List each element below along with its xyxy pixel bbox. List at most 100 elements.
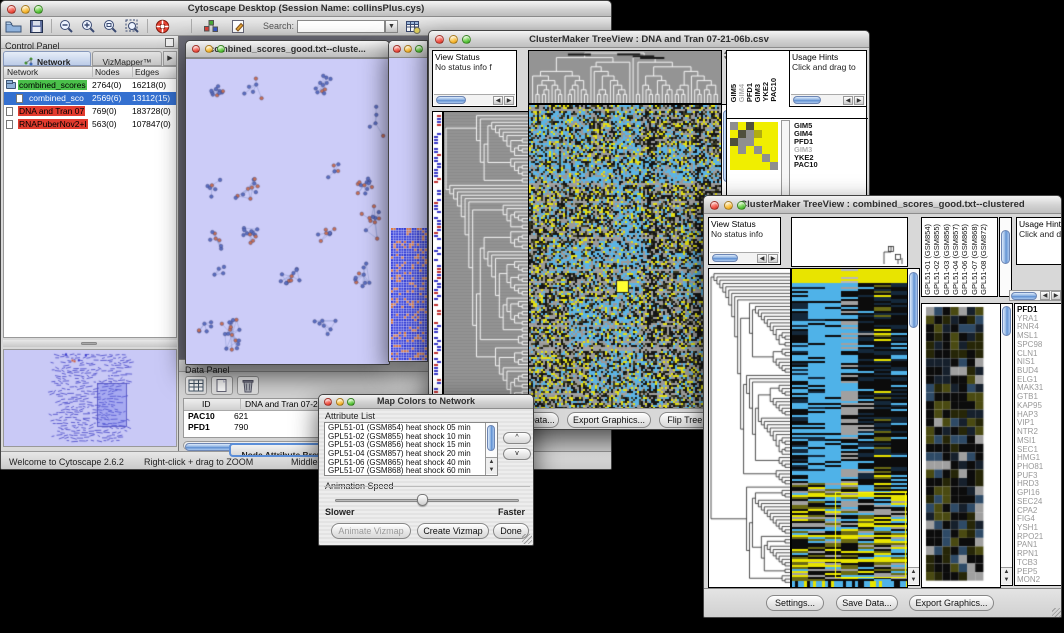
close-button[interactable] xyxy=(393,45,401,53)
minimize-button[interactable] xyxy=(404,45,412,53)
new-attribute-button[interactable] xyxy=(211,376,233,395)
dialog-resize-grip[interactable] xyxy=(522,534,532,544)
tv1-view-status-scrollbar[interactable]: ◀▶ xyxy=(434,94,515,105)
float-panel-icon[interactable] xyxy=(165,38,174,47)
move-up-button[interactable]: ^ xyxy=(503,432,531,444)
close-button[interactable] xyxy=(7,5,16,14)
vizmap-squares-icon[interactable] xyxy=(201,18,220,35)
grid-network-canvas-bg[interactable] xyxy=(389,58,428,362)
network-view-titlebar[interactable]: combined_scores_good.txt--cluste... xyxy=(186,41,389,58)
tab-network[interactable]: Network xyxy=(3,51,91,66)
tv2-export-graphics-button[interactable]: Export Graphics... xyxy=(909,595,994,611)
tv1-export-graphics-button[interactable]: Export Graphics... xyxy=(567,412,651,428)
grid-network-titlebar[interactable] xyxy=(389,41,427,58)
attribute-list[interactable]: GPL51-01 (GSM854) heat shock 05 minGPL51… xyxy=(324,422,498,476)
network-list-row[interactable]: combined_scores2764(0)16218(0) xyxy=(4,79,176,92)
col-header-network[interactable]: Network xyxy=(7,67,38,77)
minimize-button[interactable] xyxy=(724,201,733,210)
tv1-heatmap[interactable] xyxy=(528,104,722,409)
tv1-cluster-matrix[interactable] xyxy=(730,122,778,170)
tab-vizmapper[interactable]: VizMapper™ xyxy=(92,51,162,66)
network-list-row[interactable]: DNA and Tran 07769(0)183728(0) xyxy=(4,105,176,118)
tv2-detail-heatmap[interactable] xyxy=(921,303,1001,588)
tv1-matrix-cell xyxy=(762,138,770,146)
tv1-column-labels: GIM5GIM4PFD1GIM3YKE2PAC10 xyxy=(729,51,781,103)
zoom-button[interactable] xyxy=(34,5,43,14)
main-titlebar[interactable]: Cytoscape Desktop (Session Name: collins… xyxy=(1,1,611,17)
tv1-matrix-cell xyxy=(770,138,778,146)
zoom-out-icon[interactable] xyxy=(57,18,76,35)
tv1-usage-scrollbar[interactable]: ◀▶ xyxy=(791,94,865,105)
annotation-icon[interactable] xyxy=(229,18,248,35)
close-button[interactable] xyxy=(435,35,444,44)
map-colors-dialog: Map Colors to Network Attribute List GPL… xyxy=(318,394,534,546)
speed-slider-thumb[interactable] xyxy=(417,494,428,506)
tv2-gene-list[interactable]: PFD1YRA1RNR4MSL1SPC98CLN1NIS1BUD4ELG1MAK… xyxy=(1014,303,1062,586)
attribute-list-vscrollbar[interactable]: ▲▼ xyxy=(485,423,497,475)
treeview2-title: ClusterMaker TreeView : combined_scores_… xyxy=(704,196,1061,213)
tv2-column-dendrogram[interactable] xyxy=(791,217,908,267)
tv1-column-dendrogram[interactable] xyxy=(528,50,722,104)
tv1-selection-strip[interactable] xyxy=(432,111,443,409)
animate-vizmap-button[interactable]: Animate Vizmap xyxy=(331,523,411,539)
network-list-row[interactable]: RNAPuberNov2+I563(0)107847(0) xyxy=(4,118,176,131)
open-session-button[interactable] xyxy=(4,18,23,35)
tv2-view-status-scrollbar[interactable]: ◀▶ xyxy=(710,252,779,263)
close-button[interactable] xyxy=(710,201,719,210)
import-table-icon[interactable] xyxy=(403,18,422,35)
search-dropdown[interactable]: ▼ xyxy=(385,20,398,33)
save-session-button[interactable] xyxy=(27,18,46,35)
treeview2-titlebar[interactable]: ClusterMaker TreeView : combined_scores_… xyxy=(704,196,1061,214)
attribute-list-item[interactable]: GPL51-07 (GSM868) heat shock 60 min xyxy=(328,467,497,476)
tv2-detail-vscrollbar[interactable]: ▲▼ xyxy=(1000,303,1013,586)
zoom-button[interactable] xyxy=(462,35,471,44)
tv2-settings-button[interactable]: Settings... xyxy=(766,595,824,611)
zoom-button[interactable] xyxy=(737,201,746,210)
move-down-button[interactable]: v xyxy=(503,448,531,460)
col-header-edges[interactable]: Edges xyxy=(132,67,159,77)
tv1-matrix-cell xyxy=(730,162,738,170)
zoom-in-icon[interactable] xyxy=(79,18,98,35)
help-lifering-icon[interactable] xyxy=(153,18,172,35)
minimize-button[interactable] xyxy=(21,5,30,14)
tv2-column-labels-vscrollbar[interactable] xyxy=(999,217,1012,297)
zoom-button[interactable] xyxy=(217,45,225,53)
network-graph-canvas[interactable] xyxy=(186,58,389,365)
panel-divider-handle[interactable] xyxy=(3,340,177,347)
zoom-button[interactable] xyxy=(347,398,355,406)
tab-overflow-button[interactable]: ▶ xyxy=(163,51,177,66)
tv2-row-dendrogram[interactable] xyxy=(708,268,791,588)
zoom-fit-icon[interactable] xyxy=(101,18,120,35)
col-header-nodes[interactable]: Nodes xyxy=(92,67,120,77)
minimize-button[interactable] xyxy=(449,35,458,44)
network-overview-canvas[interactable] xyxy=(3,349,177,447)
gene-list-item[interactable]: MON2 xyxy=(1017,576,1061,585)
tv2-resize-grip[interactable] xyxy=(1052,608,1062,618)
tv1-matrix-cell xyxy=(770,154,778,162)
search-label: Search: xyxy=(263,21,294,31)
zoom-button[interactable] xyxy=(415,45,423,53)
tv1-matrix-cell xyxy=(770,146,778,154)
tv2-heatmap-vscrollbar[interactable]: ▲▼ xyxy=(907,268,920,586)
minimize-button[interactable] xyxy=(336,398,344,406)
network-list-row[interactable]: combined_sco2569(6)13112(15) xyxy=(4,92,176,105)
zoom-selected-icon[interactable] xyxy=(123,18,142,35)
tv2-usage-hscrollbar[interactable]: ◀▶ xyxy=(1009,290,1062,301)
tv1-matrix-cell xyxy=(738,154,746,162)
tv1-row-dendrogram[interactable] xyxy=(443,111,529,409)
treeview1-titlebar[interactable]: ClusterMaker TreeView : DNA and Tran 07-… xyxy=(429,31,869,48)
attribute-select-button[interactable] xyxy=(185,376,207,395)
search-input[interactable] xyxy=(297,20,385,33)
close-button[interactable] xyxy=(192,45,200,53)
delete-attribute-trash-button[interactable] xyxy=(237,376,259,395)
minimize-button[interactable] xyxy=(205,45,213,53)
control-panel-title: Control Panel xyxy=(1,41,60,51)
tv2-column-label: GPL51-01 (GSM854) xyxy=(924,224,932,295)
dialog-titlebar[interactable]: Map Colors to Network xyxy=(319,395,533,409)
tv2-heatmap[interactable] xyxy=(791,268,908,588)
close-button[interactable] xyxy=(324,398,332,406)
create-vizmap-button[interactable]: Create Vizmap xyxy=(417,523,489,539)
tv2-save-data-button[interactable]: Save Data... xyxy=(836,595,898,611)
dp-col-id[interactable]: ID xyxy=(202,399,211,409)
tv1-matrix-vscrollbar[interactable] xyxy=(781,120,790,196)
